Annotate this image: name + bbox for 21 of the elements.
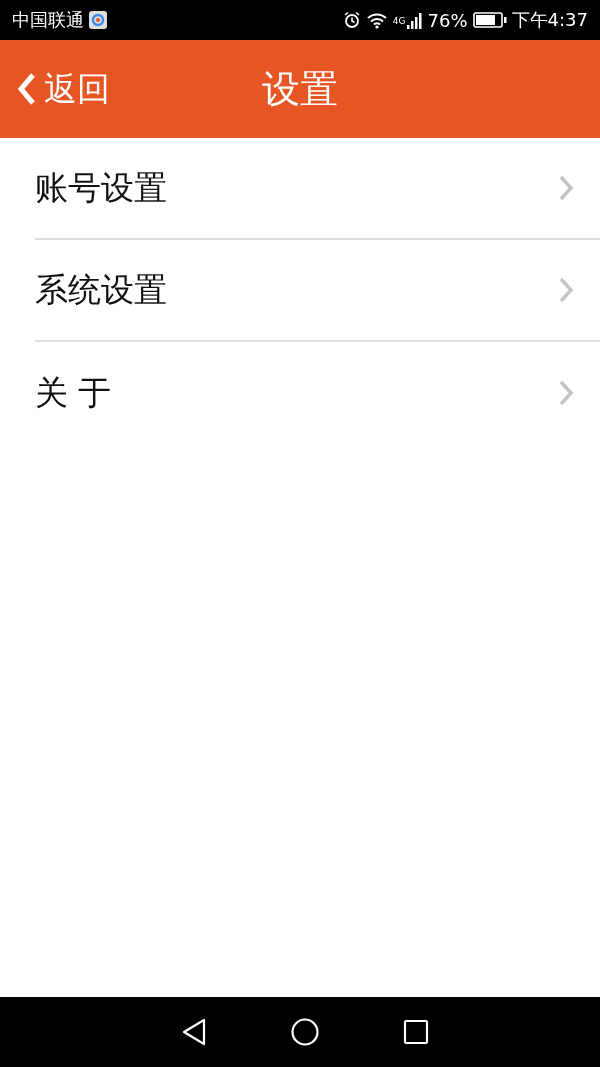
- back-nav-icon[interactable]: [181, 1018, 208, 1046]
- home-nav-icon[interactable]: [290, 1017, 320, 1047]
- alarm-icon: [342, 11, 361, 29]
- network-type: 4G: [392, 16, 406, 26]
- page-title: 设置: [262, 65, 338, 113]
- settings-item[interactable]: 账号设置: [35, 138, 600, 240]
- wifi-icon: [365, 11, 388, 29]
- recents-nav-icon[interactable]: [402, 1019, 429, 1045]
- chevron-icon: [558, 380, 574, 406]
- app-notification-icon: [89, 11, 107, 29]
- back-button[interactable]: 返回: [0, 59, 110, 119]
- chevron-icon: [558, 277, 574, 303]
- battery-percent: 76%: [427, 9, 468, 31]
- settings-item[interactable]: 系统设置: [35, 240, 600, 342]
- settings-item[interactable]: 关 于: [35, 342, 600, 444]
- clock-time: 下午4:37: [511, 8, 588, 32]
- chevron-left-icon: [16, 72, 38, 106]
- signal-icon: [406, 11, 423, 29]
- battery-icon: [472, 12, 507, 28]
- carrier-name: 中国联通: [12, 8, 84, 32]
- chevron-icon: [558, 175, 574, 201]
